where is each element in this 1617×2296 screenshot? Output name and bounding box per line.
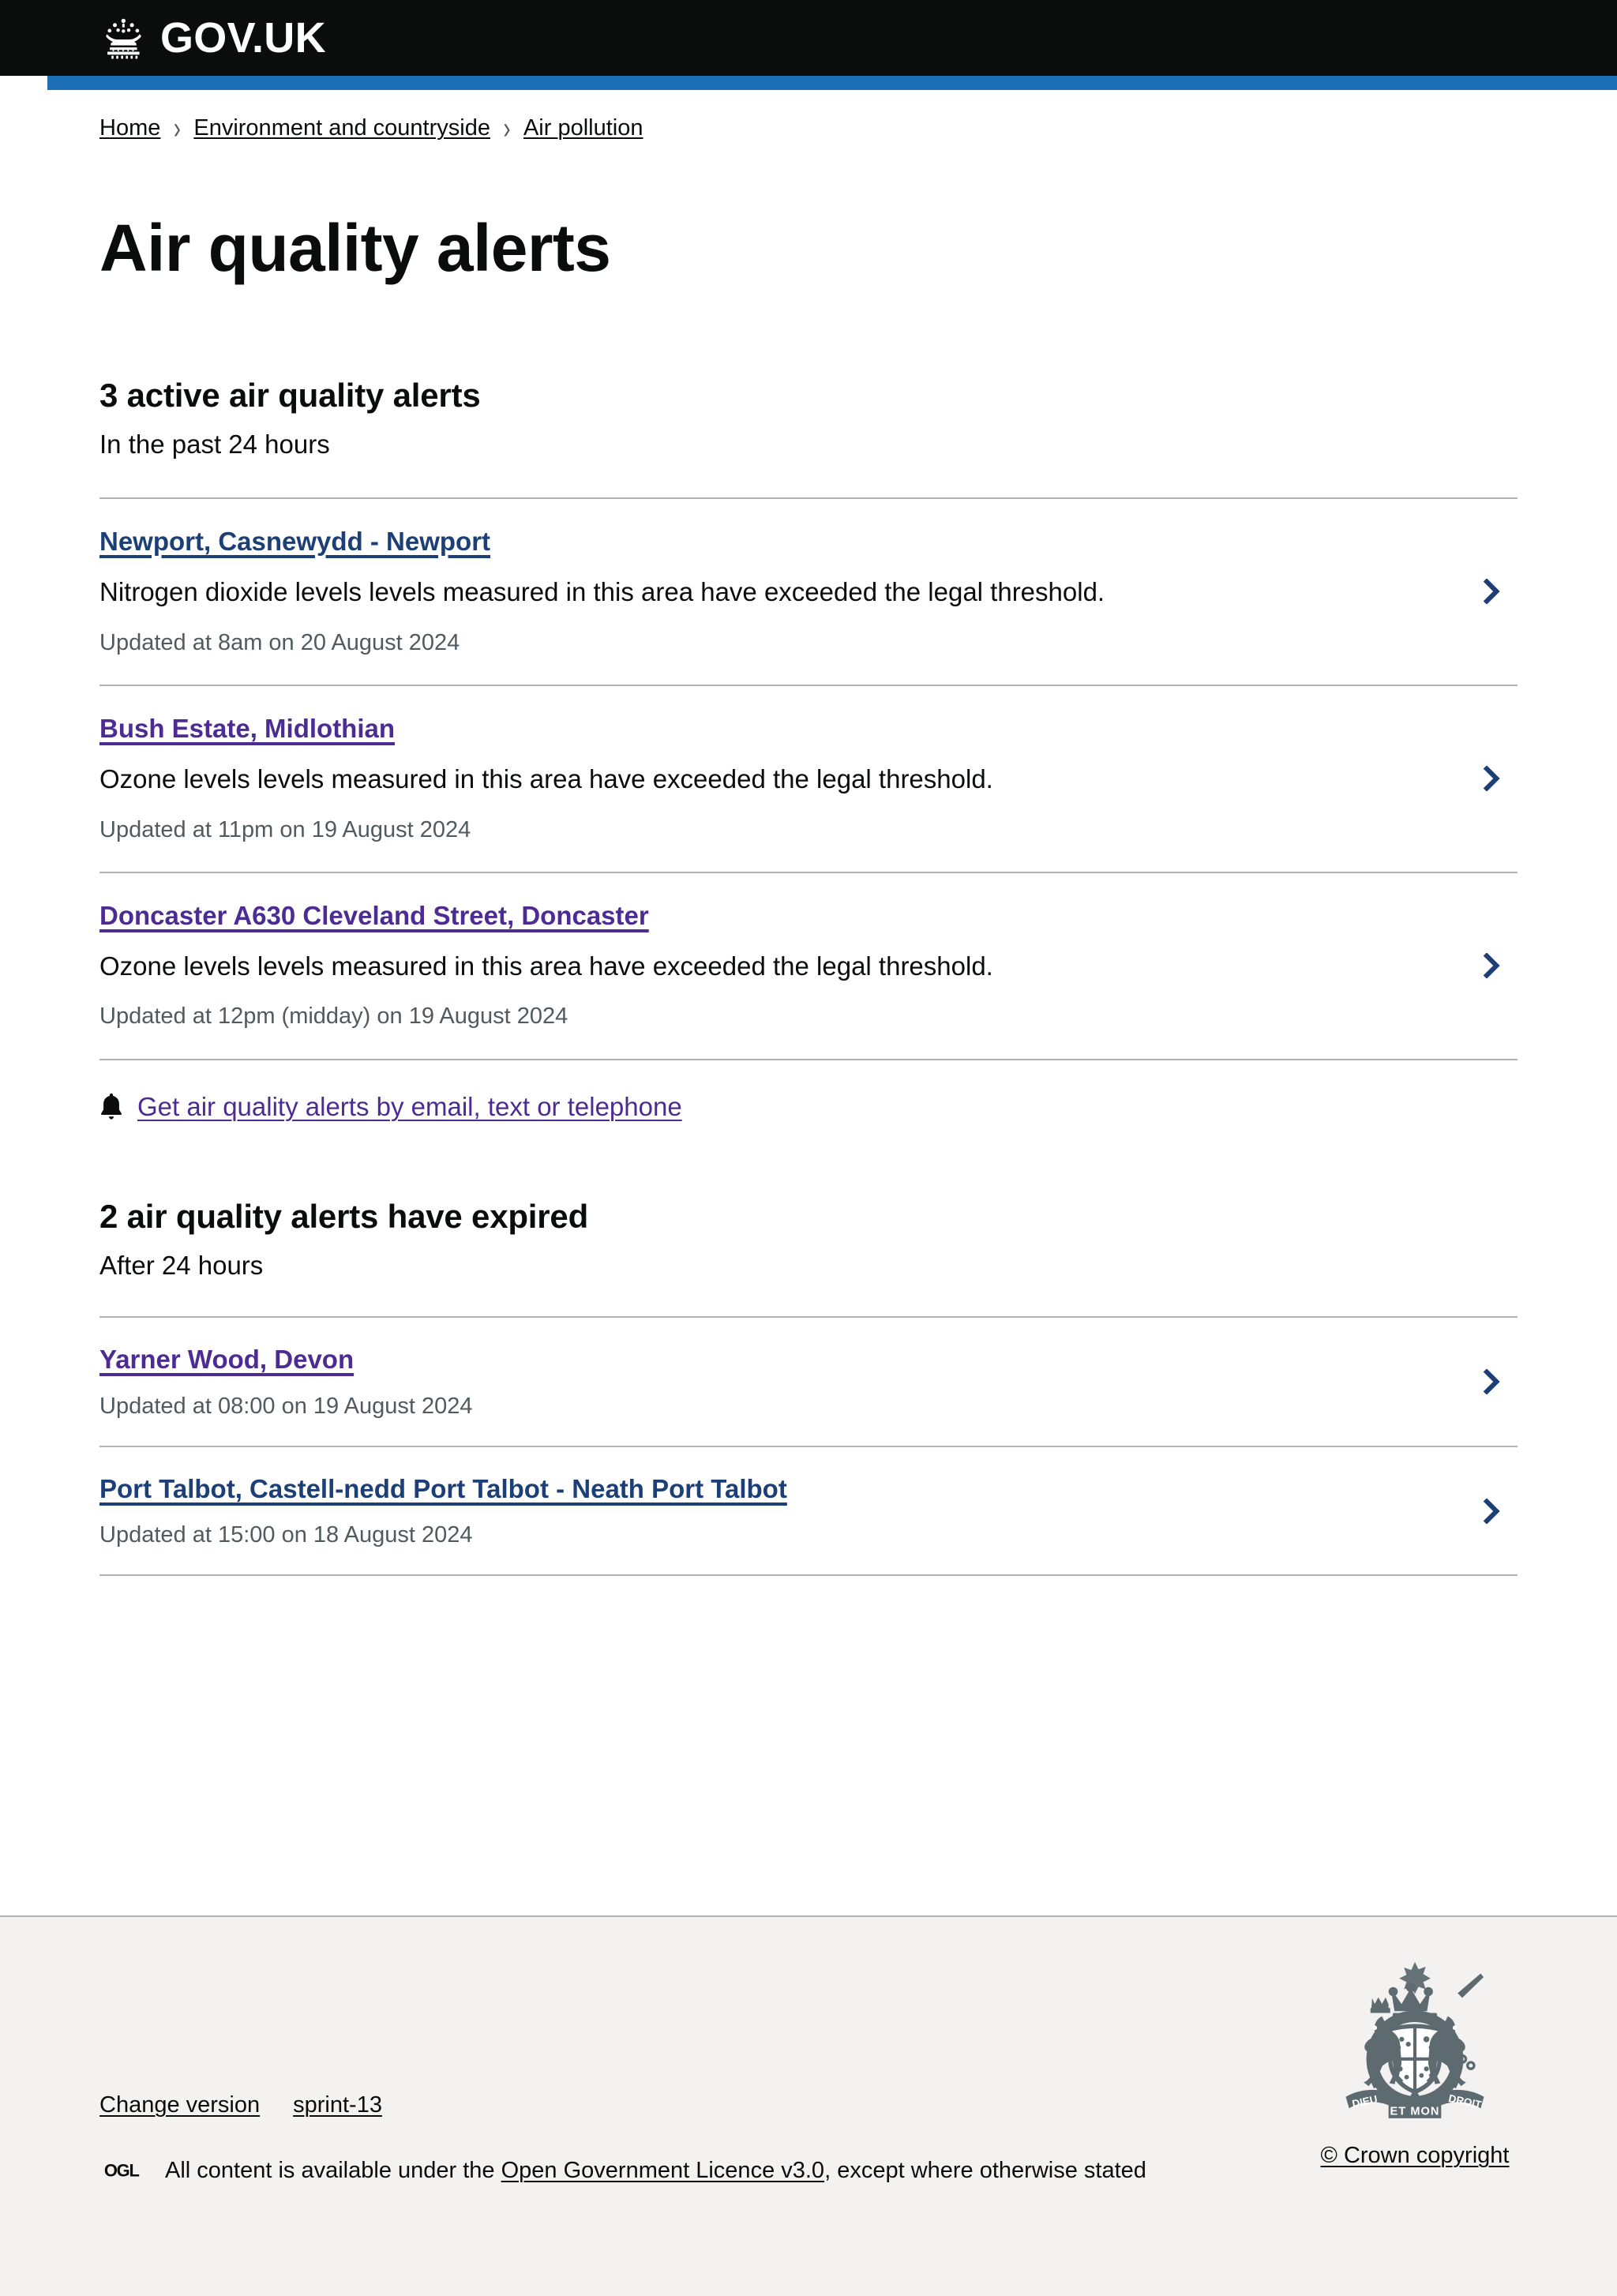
alert-list-item[interactable]: Newport, Casnewydd - Newport Nitrogen di…: [99, 499, 1518, 686]
alert-updated-timestamp: Updated at 08:00 on 19 August 2024: [99, 1393, 473, 1419]
sprint-version-link[interactable]: sprint-13: [293, 2092, 382, 2118]
licence-suffix-text: , except where otherwise stated: [824, 2158, 1146, 2183]
footer-licence-text: All content is available under the Open …: [165, 2155, 1146, 2187]
footer-licence-row: OGL All content is available under the O…: [99, 2155, 1268, 2187]
content-container: Home › Environment and countryside › Air…: [51, 90, 1566, 1734]
alert-list-item[interactable]: Yarner Wood, Devon Updated at 08:00 on 1…: [99, 1318, 1518, 1447]
ogl-logo-icon: OGL: [99, 2158, 148, 2183]
alert-list-item[interactable]: Bush Estate, Midlothian Ozone levels lev…: [99, 686, 1518, 873]
govuk-header: GOV.UK: [0, 0, 1617, 76]
open-government-licence-link[interactable]: Open Government Licence v3.0: [501, 2158, 824, 2183]
expired-alerts-subheading: After 24 hours: [99, 1250, 264, 1280]
crown-icon: [98, 17, 150, 59]
alert-updated-timestamp: Updated at 15:00 on 18 August 2024: [99, 1522, 473, 1548]
subscribe-alerts-row[interactable]: Get air quality alerts by email, text or…: [99, 1060, 1518, 1127]
alert-list-item[interactable]: Doncaster A630 Cleveland Street, Doncast…: [99, 873, 1518, 1060]
svg-text:OGL: OGL: [104, 2161, 140, 2181]
alert-list-item[interactable]: Port Talbot, Castell-nedd Port Talbot - …: [99, 1447, 1518, 1577]
breadcrumb-item-air-pollution[interactable]: Air pollution: [523, 114, 643, 144]
active-alerts-subheading: In the past 24 hours: [99, 430, 330, 460]
govuk-logo-text: GOV.UK: [160, 14, 326, 62]
alert-location-link[interactable]: Doncaster A630 Cleveland Street, Doncast…: [99, 899, 649, 932]
crown-copyright-link[interactable]: © Crown copyright: [1321, 2143, 1510, 2169]
active-alerts-list: Newport, Casnewydd - Newport Nitrogen di…: [99, 497, 1518, 1060]
alert-description: Ozone levels levels measured in this are…: [99, 764, 993, 793]
govuk-footer: Change version sprint-13 OGL All content…: [0, 1915, 1617, 2296]
alert-updated-timestamp: Updated at 12pm (midday) on 19 August 20…: [99, 1004, 568, 1030]
breadcrumb-separator-icon: ›: [503, 111, 511, 145]
alert-location-link[interactable]: Newport, Casnewydd - Newport: [99, 525, 490, 557]
alert-location-link[interactable]: Yarner Wood, Devon: [99, 1343, 354, 1375]
active-alerts-section: 3 active air quality alerts In the past …: [99, 376, 1518, 1127]
alert-updated-timestamp: Updated at 11pm on 19 August 2024: [99, 816, 471, 842]
subscribe-alerts-link[interactable]: Get air quality alerts by email, text or…: [137, 1090, 682, 1124]
footer-crown-column: ET MON DIEU DROIT © Crown copyright: [1312, 1956, 1518, 2169]
footer-left-column: Change version sprint-13 OGL All content…: [99, 2092, 1268, 2187]
govuk-logo-link[interactable]: GOV.UK: [98, 17, 326, 59]
active-alerts-heading: 3 active air quality alerts: [99, 376, 481, 414]
page-root: GOV.UK Home › Environment and countrysid…: [0, 0, 1617, 2296]
page-title: Air quality alerts: [99, 210, 611, 285]
expired-alerts-section: 2 air quality alerts have expired After …: [99, 1197, 1518, 1577]
breadcrumb: Home › Environment and countryside › Air…: [99, 90, 1518, 152]
footer-version-links: Change version sprint-13: [99, 2092, 1268, 2118]
licence-prefix-text: All content is available under the: [165, 2158, 495, 2183]
change-version-link[interactable]: Change version: [99, 2092, 260, 2118]
alert-location-link[interactable]: Bush Estate, Midlothian: [99, 712, 395, 745]
alert-updated-timestamp: Updated at 8am on 20 August 2024: [99, 629, 460, 655]
expired-alerts-heading: 2 air quality alerts have expired: [99, 1197, 589, 1235]
alert-location-link[interactable]: Port Talbot, Castell-nedd Port Talbot - …: [99, 1473, 787, 1505]
bell-icon: [99, 1093, 123, 1121]
header-accent-bar: [47, 76, 1617, 90]
expired-alerts-list: Yarner Wood, Devon Updated at 08:00 on 1…: [99, 1316, 1518, 1577]
breadcrumb-item-environment[interactable]: Environment and countryside: [193, 114, 490, 144]
content-bottom-spacer: [99, 1576, 1518, 1734]
breadcrumb-item-home[interactable]: Home: [99, 114, 160, 144]
alert-description: Ozone levels levels measured in this are…: [99, 951, 993, 981]
breadcrumb-separator-icon: ›: [173, 111, 181, 145]
royal-coat-of-arms-icon: ET MON DIEU DROIT: [1312, 1956, 1518, 2129]
svg-text:ET MON: ET MON: [1390, 2106, 1440, 2118]
alert-description: Nitrogen dioxide levels levels measured …: [99, 577, 1105, 607]
